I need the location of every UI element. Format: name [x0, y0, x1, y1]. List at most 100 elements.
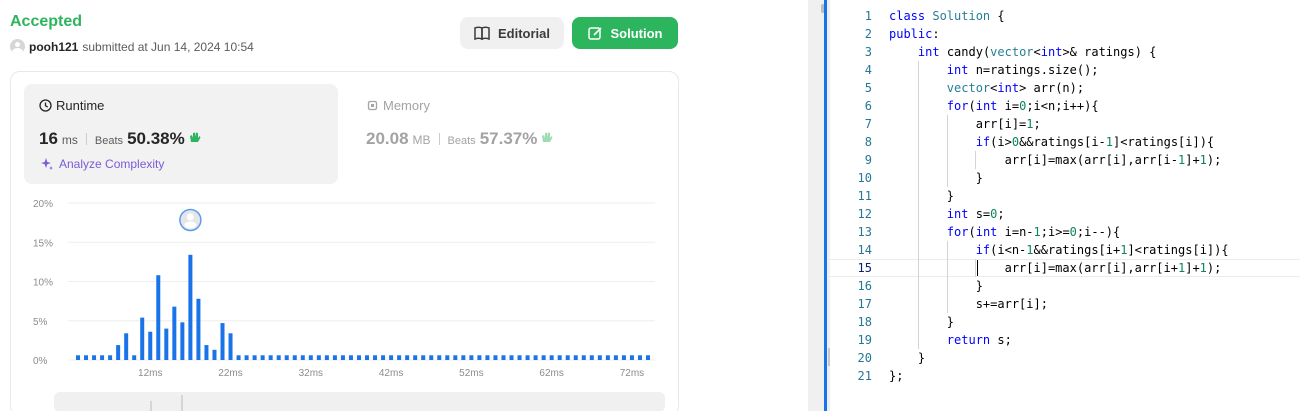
chart-bar[interactable]: [509, 355, 514, 360]
code-line[interactable]: 11 }: [830, 187, 1300, 205]
chart-bar[interactable]: [108, 355, 113, 360]
runtime-distribution-chart[interactable]: 20% 15% 10% 5% 0% 12ms 22ms 32ms 42ms 52ms 62ms 72m…: [20, 192, 670, 382]
chart-bar[interactable]: [405, 355, 410, 360]
chart-bar[interactable]: [549, 355, 554, 360]
user-avatar[interactable]: [10, 39, 25, 54]
code-line[interactable]: 2 public:: [830, 25, 1300, 43]
chart-bar[interactable]: [637, 355, 642, 360]
solution-button[interactable]: Solution: [572, 17, 678, 49]
chart-bar[interactable]: [196, 298, 201, 360]
code-line[interactable]: 1 class Solution {: [830, 7, 1300, 25]
chart-bar[interactable]: [188, 254, 193, 360]
chart-bar[interactable]: [573, 355, 578, 360]
chart-bar[interactable]: [429, 355, 434, 360]
memory-header[interactable]: Memory: [366, 98, 430, 113]
code-line[interactable]: 19 return s;: [830, 331, 1300, 349]
code-line[interactable]: 14 if(i<n-1&&ratings[i+1]<ratings[i]){: [830, 241, 1300, 259]
chart-bar[interactable]: [308, 355, 313, 360]
code-line[interactable]: 18 }: [830, 313, 1300, 331]
code-line[interactable]: 17 s+=arr[i];: [830, 295, 1300, 313]
chart-bar[interactable]: [132, 355, 137, 360]
chart-bar[interactable]: [180, 322, 185, 360]
chart-bar[interactable]: [92, 355, 97, 360]
chart-bar[interactable]: [477, 355, 482, 360]
chart-bar[interactable]: [236, 355, 241, 360]
chart-bar[interactable]: [621, 355, 626, 360]
chart-bar[interactable]: [397, 355, 402, 360]
chart-bar[interactable]: [469, 355, 474, 360]
analyze-complexity-link[interactable]: Analyze Complexity: [40, 157, 164, 171]
chart-bar[interactable]: [365, 355, 370, 360]
chart-bar[interactable]: [541, 355, 546, 360]
username-link[interactable]: pooh121: [29, 40, 78, 54]
user-position-avatar[interactable]: [179, 208, 202, 232]
chart-bar[interactable]: [260, 355, 265, 360]
chart-bar[interactable]: [381, 355, 386, 360]
chart-bar[interactable]: [348, 355, 353, 360]
code-line[interactable]: 7 arr[i]=1;: [830, 115, 1300, 133]
code-line[interactable]: 20 }: [830, 349, 1300, 367]
chart-bar[interactable]: [84, 355, 89, 360]
chart-bar[interactable]: [300, 355, 305, 360]
chart-bar[interactable]: [172, 306, 177, 360]
chart-bar[interactable]: [252, 355, 257, 360]
chart-bar[interactable]: [220, 323, 225, 360]
code-editor[interactable]: 1 class Solution {2 public: 3 int candy(vec…: [830, 0, 1300, 411]
code-line[interactable]: 5 vector<int> arr(n);: [830, 79, 1300, 97]
chart-bar[interactable]: [533, 355, 538, 360]
code-preview-strip[interactable]: [54, 392, 665, 411]
chart-bar[interactable]: [100, 355, 105, 360]
chart-bar[interactable]: [589, 355, 594, 360]
chart-bar[interactable]: [116, 345, 121, 360]
chart-bar[interactable]: [485, 355, 490, 360]
code-line[interactable]: 10 }: [830, 169, 1300, 187]
chart-bar[interactable]: [124, 333, 129, 360]
chart-bar[interactable]: [156, 275, 161, 360]
chart-bar[interactable]: [389, 355, 394, 360]
code-line[interactable]: 8 if(i>0&&ratings[i-1]<ratings[i]){: [830, 133, 1300, 151]
panel-splitter[interactable]: [808, 0, 830, 411]
chart-bar[interactable]: [316, 355, 321, 360]
chart-bar[interactable]: [581, 355, 586, 360]
chart-bar[interactable]: [340, 355, 345, 360]
code-line[interactable]: 16 }: [830, 277, 1300, 295]
code-line[interactable]: 9 arr[i]=max(arr[i],arr[i-1]+1);: [830, 151, 1300, 169]
chart-bar[interactable]: [557, 355, 562, 360]
chart-bar[interactable]: [517, 355, 522, 360]
code-line[interactable]: 3 int candy(vector<int>& ratings) {: [830, 43, 1300, 61]
code-line[interactable]: 6 for(int i=0;i<n;i++){: [830, 97, 1300, 115]
chart-bar[interactable]: [76, 355, 80, 360]
chart-bar[interactable]: [212, 349, 217, 360]
code-line[interactable]: 12 int s=0;: [830, 205, 1300, 223]
chart-bar[interactable]: [284, 355, 289, 360]
code-line[interactable]: 13 for(int i=n-1;i>=0;i--){: [830, 223, 1300, 241]
chart-bar[interactable]: [613, 355, 618, 360]
code-line[interactable]: 21};: [830, 367, 1300, 385]
chart-bar[interactable]: [356, 355, 361, 360]
chart-bar[interactable]: [268, 355, 273, 360]
chart-bar[interactable]: [461, 355, 466, 360]
chart-bar[interactable]: [565, 355, 570, 360]
chart-bar[interactable]: [445, 355, 450, 360]
editorial-button[interactable]: Editorial: [460, 17, 564, 49]
chart-bar[interactable]: [140, 317, 145, 360]
chart-bar[interactable]: [597, 355, 602, 360]
chart-bar[interactable]: [332, 355, 337, 360]
chart-bar[interactable]: [525, 355, 530, 360]
chart-bar[interactable]: [204, 345, 209, 360]
chart-bar[interactable]: [276, 355, 281, 360]
chart-bar[interactable]: [646, 355, 650, 360]
chart-bar[interactable]: [605, 355, 610, 360]
chart-bar[interactable]: [437, 355, 442, 360]
chart-bar[interactable]: [228, 333, 233, 360]
chart-bar[interactable]: [164, 328, 169, 360]
code-line[interactable]: 4 int n=ratings.size();: [830, 61, 1300, 79]
chart-bar[interactable]: [493, 355, 498, 360]
chart-bar[interactable]: [292, 355, 297, 360]
chart-bar[interactable]: [421, 355, 426, 360]
code-line[interactable]: 15 arr[i]=max(arr[i],arr[i+1]+1);: [830, 259, 1300, 277]
chart-bar[interactable]: [413, 355, 418, 360]
chart-bar[interactable]: [629, 355, 634, 360]
chart-bar[interactable]: [453, 355, 458, 360]
chart-bar[interactable]: [324, 355, 329, 360]
